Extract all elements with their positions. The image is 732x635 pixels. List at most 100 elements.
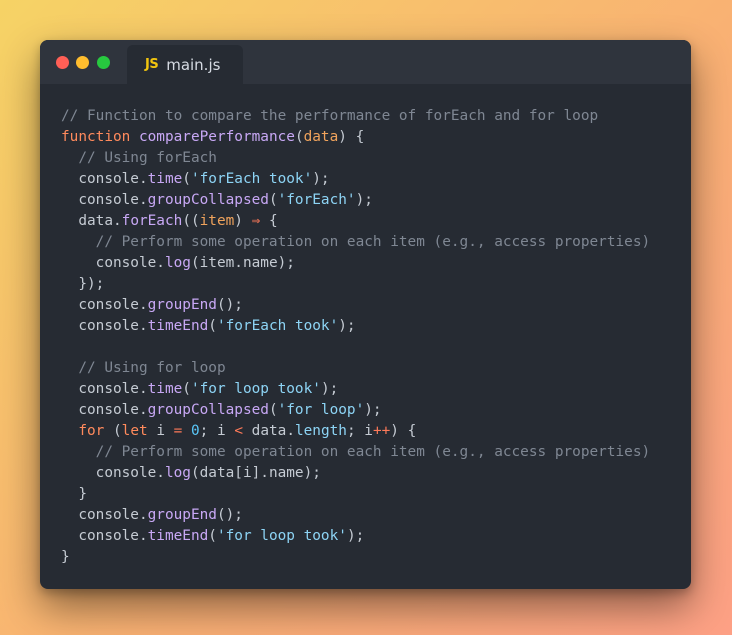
title-bar: JS main.js bbox=[40, 40, 691, 84]
code-token-plain: ) { bbox=[390, 423, 417, 439]
code-line: }); bbox=[61, 274, 650, 295]
code-token-plain: console. bbox=[61, 402, 148, 418]
code-line: console.groupCollapsed('forEach'); bbox=[61, 190, 650, 211]
code-line: // Perform some operation on each item (… bbox=[61, 232, 651, 253]
tab-label: main.js bbox=[166, 55, 221, 74]
code-token-keyword: function bbox=[61, 129, 131, 145]
code-token-operator: ⇒ bbox=[251, 213, 261, 229]
code-token-plain: (); bbox=[216, 507, 243, 523]
code-token-string: 'forEach' bbox=[277, 192, 356, 208]
code-token-method: timeEnd bbox=[147, 528, 209, 544]
code-line: console.time('for loop took'); bbox=[61, 379, 650, 400]
code-token-string: 'forEach took' bbox=[190, 171, 313, 187]
code-token-plain: console. bbox=[61, 318, 148, 334]
code-token-method: groupEnd bbox=[147, 297, 217, 313]
code-line: // Function to compare the performance o… bbox=[61, 106, 650, 127]
code-token-comment: // Using for loop bbox=[61, 360, 226, 376]
code-token-plain: ; i bbox=[346, 423, 373, 439]
code-token-plain: console. bbox=[61, 192, 148, 208]
code-token-plain: ( bbox=[268, 402, 278, 418]
tab-main-js[interactable]: JS main.js bbox=[127, 45, 243, 84]
code-token-operator: < bbox=[234, 423, 243, 439]
code-token-plain: ) bbox=[234, 213, 252, 229]
minimize-window-button[interactable] bbox=[76, 56, 89, 69]
code-token-keyword: let bbox=[121, 423, 148, 439]
code-token-plain: ( bbox=[208, 318, 217, 334]
code-token-param: item bbox=[199, 213, 235, 229]
code-token-plain: ); bbox=[346, 528, 365, 544]
code-line: console.time('forEach took'); bbox=[61, 169, 650, 190]
code-token-plain: data. bbox=[61, 213, 122, 229]
code-token-plain: (( bbox=[182, 213, 200, 229]
code-token-method: groupEnd bbox=[147, 507, 217, 523]
code-token-plain: ) { bbox=[338, 129, 365, 145]
code-token-string: 'for loop took' bbox=[216, 528, 347, 544]
code-token-plain: i bbox=[147, 423, 174, 439]
code-token-plain: console. bbox=[61, 507, 148, 523]
code-token-plain: ( bbox=[104, 423, 122, 439]
code-token-param: data bbox=[303, 129, 339, 145]
code-line: console.groupCollapsed('for loop'); bbox=[61, 400, 650, 421]
code-token-method: log bbox=[164, 465, 191, 481]
code-token-plain: ( bbox=[294, 129, 304, 145]
code-token-property: length bbox=[294, 423, 347, 439]
code-token-method: groupCollapsed bbox=[147, 402, 269, 418]
code-token-plain: console. bbox=[61, 171, 148, 187]
code-token-plain: data. bbox=[243, 423, 295, 439]
code-line: // Using for loop bbox=[61, 358, 650, 379]
maximize-window-button[interactable] bbox=[97, 56, 110, 69]
code-token-plain: console. bbox=[61, 297, 148, 313]
code-token-method: timeEnd bbox=[147, 318, 209, 334]
code-token-plain: ( bbox=[208, 528, 217, 544]
code-token-number: 0 bbox=[191, 423, 200, 439]
code-token-keyword: for bbox=[78, 423, 105, 439]
code-token-method: groupCollapsed bbox=[147, 192, 269, 208]
code-token-string: 'for loop' bbox=[277, 402, 365, 418]
code-line: console.timeEnd('for loop took'); bbox=[61, 526, 650, 547]
code-token-plain: ); bbox=[312, 171, 330, 187]
code-token-plain: } bbox=[61, 549, 70, 565]
code-token-comment: // Using forEach bbox=[61, 150, 217, 166]
close-window-button[interactable] bbox=[56, 56, 69, 69]
code-token-plain: console. bbox=[61, 381, 148, 397]
code-token-comment: // Perform some operation on each item (… bbox=[61, 234, 651, 250]
code-token-plain: console. bbox=[61, 255, 165, 271]
code-token-plain: ); bbox=[338, 318, 356, 334]
code-token-method: log bbox=[164, 255, 191, 271]
code-token-method: time bbox=[147, 171, 183, 187]
code-line: console.log(data[i].name); bbox=[61, 463, 650, 484]
code-token-plain: (data[i].name); bbox=[190, 465, 321, 481]
code-token-function: comparePerformance bbox=[138, 129, 295, 145]
code-token-comment: // Function to compare the performance o… bbox=[61, 108, 599, 124]
code-line: console.groupEnd(); bbox=[61, 505, 650, 526]
code-line: // Using forEach bbox=[61, 148, 650, 169]
code-token-string: 'for loop took' bbox=[190, 381, 321, 397]
code-token-plain: console. bbox=[61, 465, 165, 481]
code-token-plain: (item.name); bbox=[190, 255, 295, 271]
code-token-plain: { bbox=[260, 213, 278, 229]
code-token-method: forEach bbox=[121, 213, 183, 229]
code-token-plain: console. bbox=[61, 528, 148, 544]
code-line: function comparePerformance(data) { bbox=[61, 127, 650, 148]
code-line: console.log(item.name); bbox=[61, 253, 650, 274]
code-token-plain: } bbox=[61, 486, 87, 502]
javascript-file-icon: JS bbox=[145, 57, 159, 72]
code-line: console.timeEnd('forEach took'); bbox=[61, 316, 650, 337]
code-token-plain: ( bbox=[268, 192, 278, 208]
code-line: console.groupEnd(); bbox=[61, 295, 650, 316]
code-line: } bbox=[61, 547, 650, 568]
code-line: // Perform some operation on each item (… bbox=[61, 442, 651, 463]
code-token-plain: ); bbox=[364, 402, 382, 418]
code-token-plain: ( bbox=[182, 171, 191, 187]
code-line: for (let i = 0; i < data.length; i++) { bbox=[61, 421, 650, 442]
code-window: JS main.js // Function to compare the pe… bbox=[40, 40, 691, 589]
code-editor[interactable]: // Function to compare the performance o… bbox=[61, 106, 650, 568]
code-token-plain: (); bbox=[216, 297, 243, 313]
code-token-plain: ( bbox=[182, 381, 191, 397]
code-token-plain: ); bbox=[355, 192, 373, 208]
code-token-operator: ++ bbox=[372, 423, 391, 439]
code-token-method: time bbox=[147, 381, 183, 397]
code-token-plain: ); bbox=[320, 381, 339, 397]
